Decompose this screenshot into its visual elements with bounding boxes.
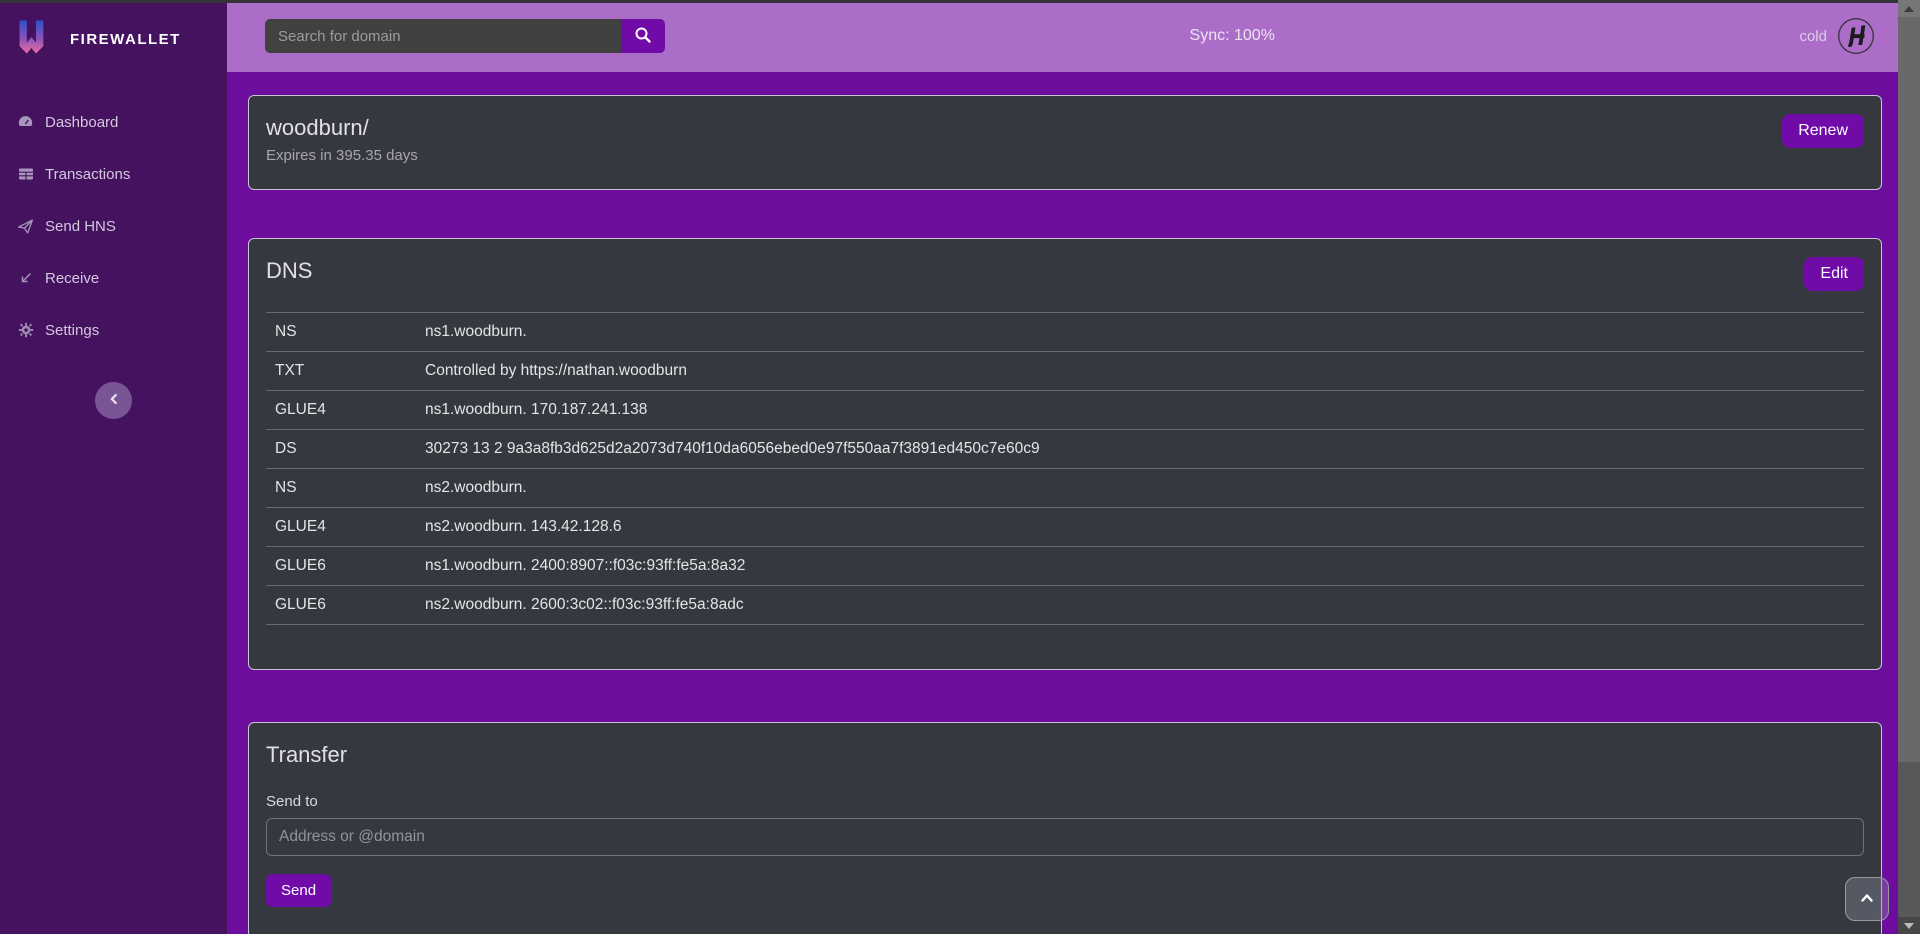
sidebar-item-label: Settings <box>45 322 99 339</box>
sidebar-item-transactions[interactable]: Transactions <box>0 148 227 200</box>
domain-search <box>265 19 665 53</box>
scroll-to-top-button[interactable] <box>1845 877 1889 921</box>
dns-record-row: GLUE4ns1.woodburn. 170.187.241.138 <box>266 391 1864 430</box>
receive-arrow-icon <box>17 270 34 287</box>
transfer-address-input[interactable] <box>266 818 1864 856</box>
dns-record-type: NS <box>266 313 416 352</box>
dns-record-value: ns1.woodburn. 170.187.241.138 <box>416 391 1864 430</box>
wallet-selector: cold <box>1799 17 1875 55</box>
sidebar-item-receive[interactable]: Receive <box>0 252 227 304</box>
domain-card-text: woodburn/ Expires in 395.35 days <box>266 114 418 164</box>
main-area: Sync: 100% cold woodb <box>227 0 1898 934</box>
chevron-up-icon <box>1857 888 1877 911</box>
search-icon <box>634 26 652 47</box>
dns-record-value: 30273 13 2 9a3a8fb3d625d2a2073d740f10da6… <box>416 430 1864 469</box>
dns-record-type: TXT <box>266 352 416 391</box>
scrollbar-up-arrow[interactable] <box>1898 0 1920 17</box>
dns-records-table: NSns1.woodburn.TXTControlled by https://… <box>266 312 1864 625</box>
renew-button[interactable]: Renew <box>1782 114 1864 148</box>
sync-status: Sync: 100% <box>665 27 1799 45</box>
transfer-title: Transfer <box>266 741 1864 769</box>
sidebar-item-send-hns[interactable]: Send HNS <box>0 200 227 252</box>
firewallet-logo-icon <box>14 15 58 64</box>
dns-record-row: GLUE4ns2.woodburn. 143.42.128.6 <box>266 508 1864 547</box>
sidebar-item-label: Receive <box>45 270 99 287</box>
dns-record-value: Controlled by https://nathan.woodburn <box>416 352 1864 391</box>
dns-card: DNS Edit NSns1.woodburn.TXTControlled by… <box>248 238 1882 670</box>
dns-record-value: ns1.woodburn. <box>416 313 1864 352</box>
wallet-name-label[interactable]: cold <box>1799 28 1827 45</box>
dns-record-value: ns1.woodburn. 2400:8907::f03c:93ff:fe5a:… <box>416 547 1864 586</box>
table-icon <box>17 166 34 183</box>
handshake-logo-icon[interactable] <box>1837 17 1875 55</box>
sidebar-item-label: Transactions <box>45 166 130 183</box>
dns-records-body: NSns1.woodburn.TXTControlled by https://… <box>266 313 1864 625</box>
domain-title: woodburn/ <box>266 114 418 142</box>
sidebar-item-settings[interactable]: Settings <box>0 304 227 356</box>
dns-record-type: DS <box>266 430 416 469</box>
dns-record-row: DS30273 13 2 9a3a8fb3d625d2a2073d740f10d… <box>266 430 1864 469</box>
sidebar-collapse-button[interactable] <box>95 382 132 419</box>
dns-record-row: GLUE6ns2.woodburn. 2600:3c02::f03c:93ff:… <box>266 586 1864 625</box>
topbar: Sync: 100% cold <box>227 0 1898 72</box>
dns-record-type: GLUE4 <box>266 391 416 430</box>
chevron-left-icon <box>107 392 121 409</box>
gauge-icon <box>17 114 34 131</box>
dns-record-type: NS <box>266 469 416 508</box>
transfer-card: Transfer Send to Send <box>248 722 1882 934</box>
dns-record-row: NSns1.woodburn. <box>266 313 1864 352</box>
dns-record-type: GLUE6 <box>266 586 416 625</box>
scrollbar-down-arrow[interactable] <box>1898 917 1920 934</box>
app-title: FIREWALLET <box>70 31 181 48</box>
page-content: woodburn/ Expires in 395.35 days Renew D… <box>227 72 1898 934</box>
search-button[interactable] <box>621 19 665 53</box>
sidebar-nav: Dashboard Transactions Send HNS <box>0 96 227 356</box>
scrollbar[interactable] <box>1898 0 1920 934</box>
dns-record-value: ns2.woodburn. 143.42.128.6 <box>416 508 1864 547</box>
send-to-label: Send to <box>266 793 1864 810</box>
dns-record-row: GLUE6ns1.woodburn. 2400:8907::f03c:93ff:… <box>266 547 1864 586</box>
dns-record-row: TXTControlled by https://nathan.woodburn <box>266 352 1864 391</box>
search-input[interactable] <box>265 19 621 53</box>
send-icon <box>17 218 34 235</box>
edit-dns-button[interactable]: Edit <box>1804 257 1864 291</box>
sidebar: FIREWALLET Dashboard Transactions <box>0 0 227 934</box>
domain-card: woodburn/ Expires in 395.35 days Renew <box>248 95 1882 190</box>
dns-record-value: ns2.woodburn. 2600:3c02::f03c:93ff:fe5a:… <box>416 586 1864 625</box>
dns-record-value: ns2.woodburn. <box>416 469 1864 508</box>
send-transfer-button[interactable]: Send <box>266 874 331 907</box>
sidebar-item-dashboard[interactable]: Dashboard <box>0 96 227 148</box>
dns-record-row: NSns2.woodburn. <box>266 469 1864 508</box>
window-top-edge <box>0 0 1920 3</box>
scrollbar-thumb[interactable] <box>1898 17 1920 762</box>
dns-record-type: GLUE4 <box>266 508 416 547</box>
dns-card-head: DNS Edit <box>266 257 1864 291</box>
brand[interactable]: FIREWALLET <box>0 3 227 74</box>
dns-title: DNS <box>266 257 312 285</box>
gear-icon <box>17 322 34 339</box>
sidebar-item-label: Send HNS <box>45 218 116 235</box>
sidebar-item-label: Dashboard <box>45 114 118 131</box>
dns-record-type: GLUE6 <box>266 547 416 586</box>
domain-expiry: Expires in 395.35 days <box>266 147 418 164</box>
